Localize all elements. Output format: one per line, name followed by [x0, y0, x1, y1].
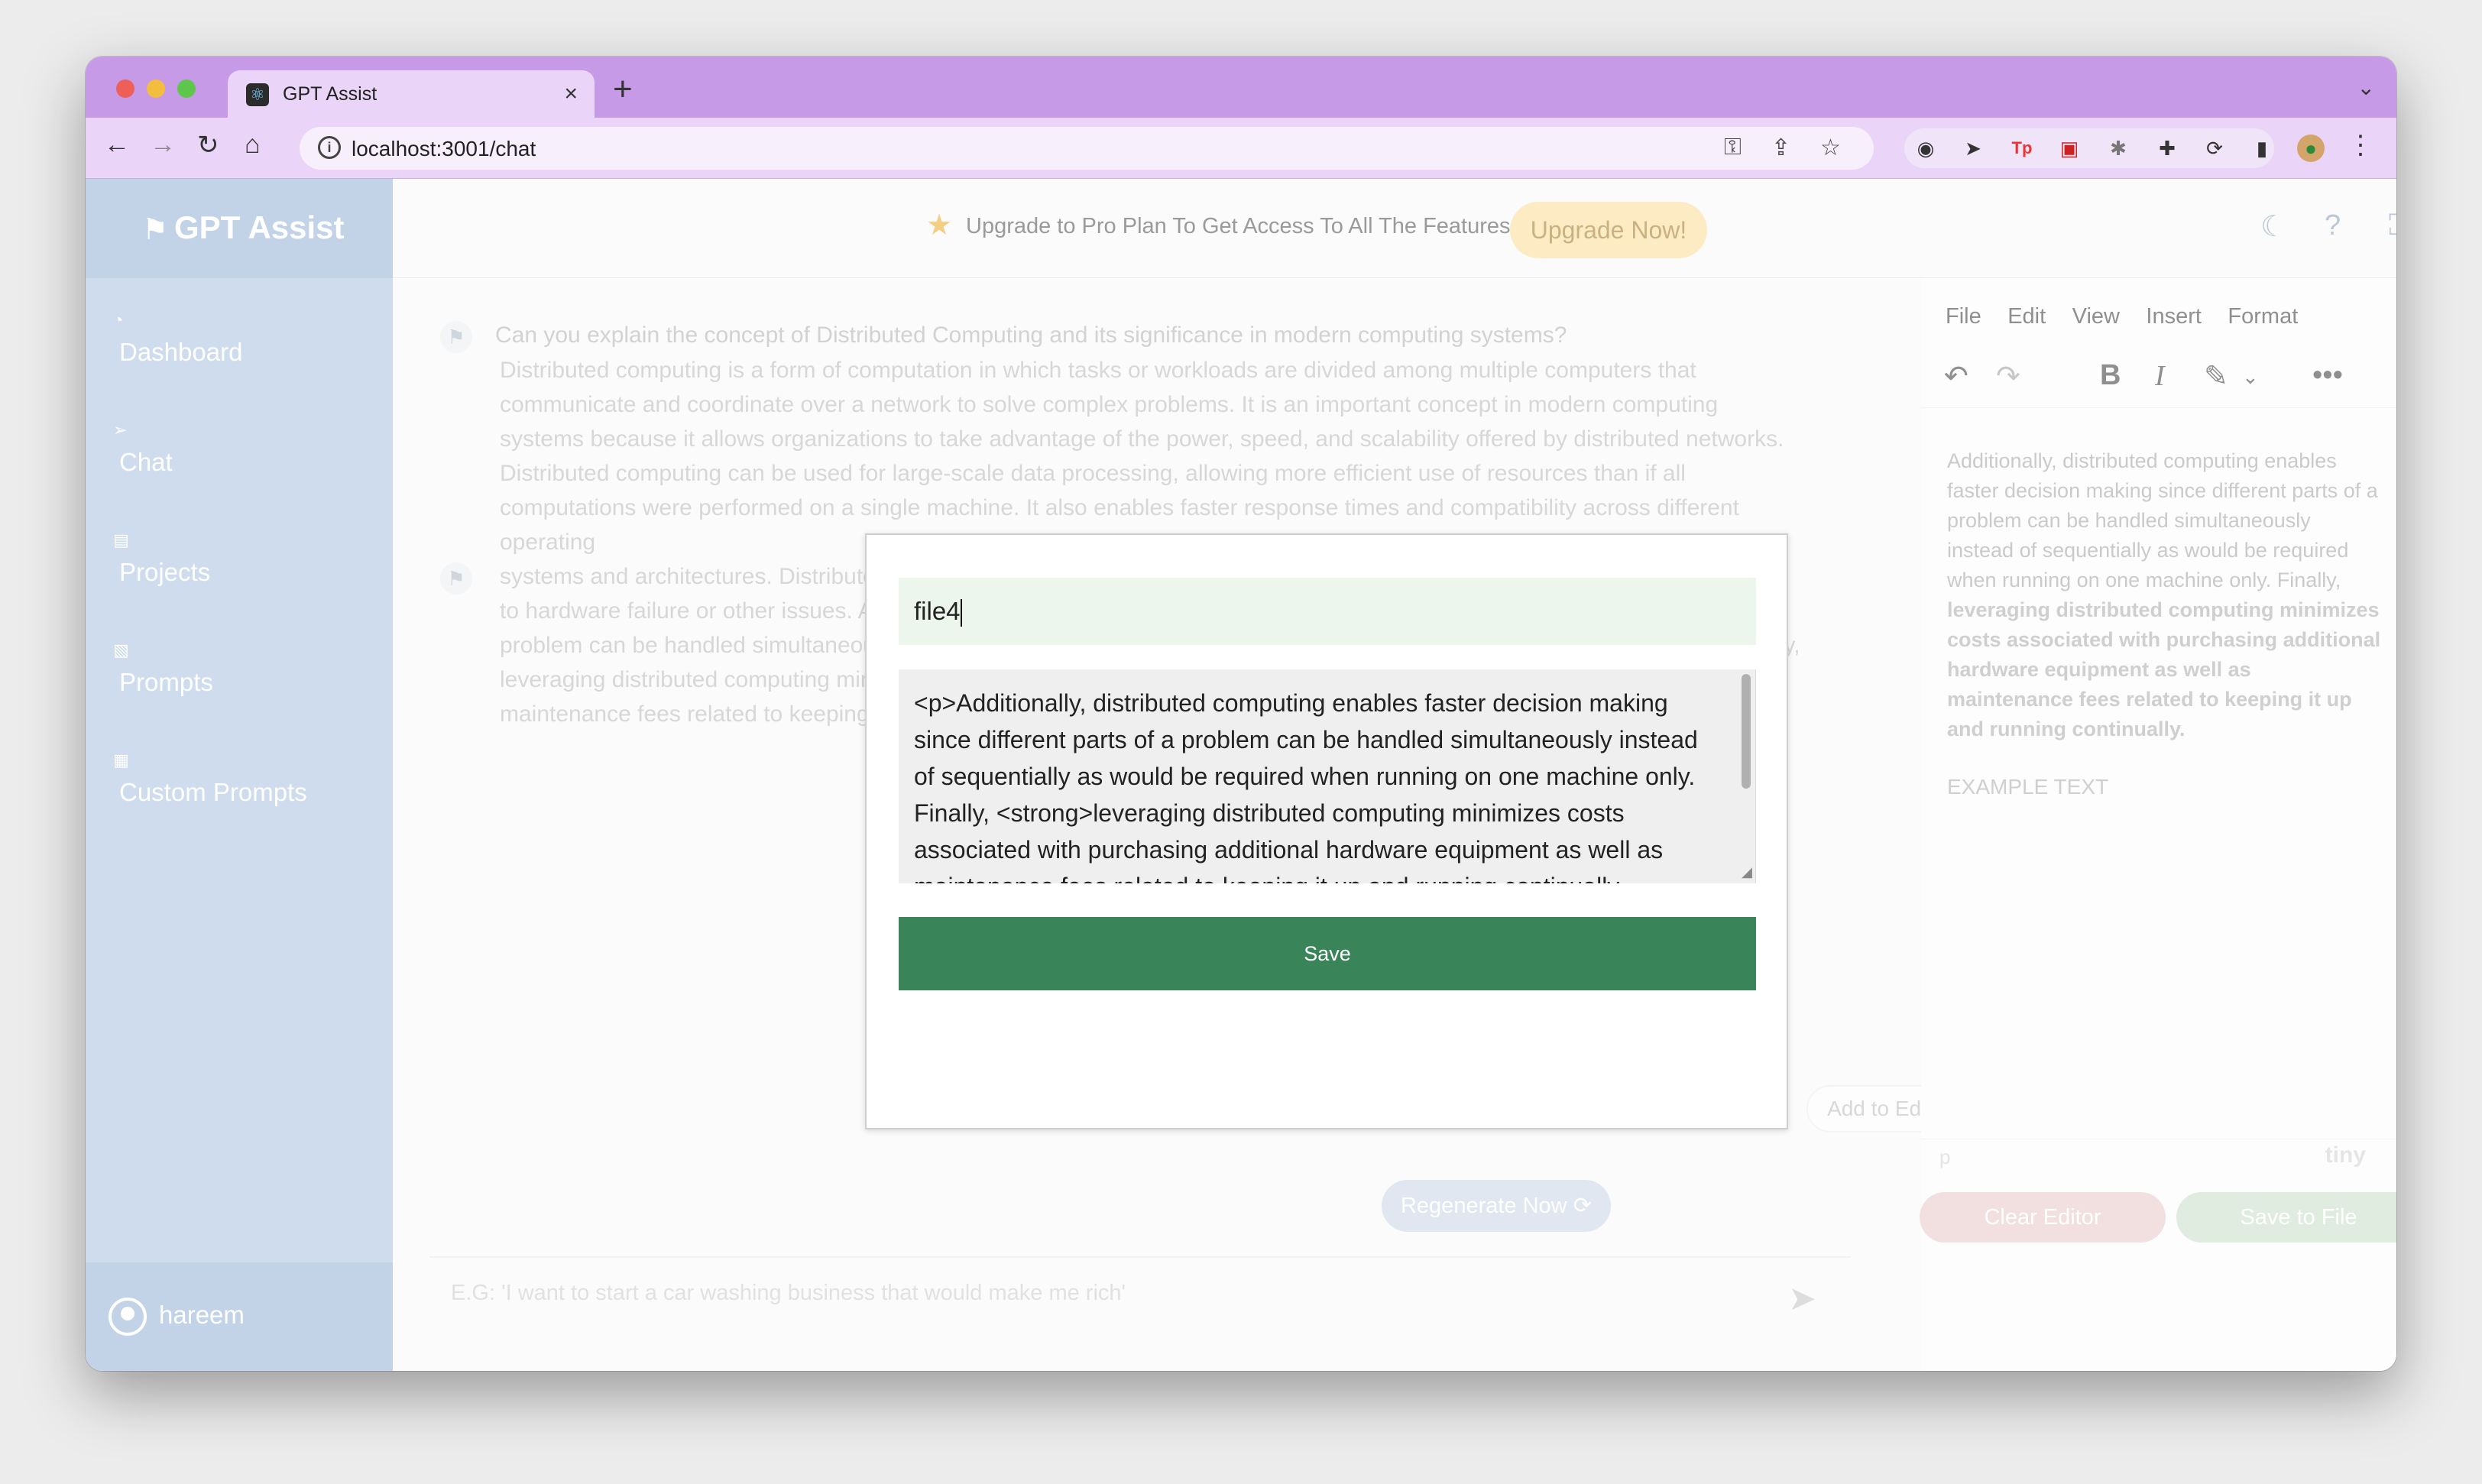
maximize-window-button[interactable]: [177, 79, 196, 98]
content-line: maintenance fees related to keeping it u…: [914, 868, 1724, 883]
logo-icon: ⚑: [142, 214, 169, 246]
forward-icon[interactable]: →: [150, 130, 176, 160]
chevron-down-icon[interactable]: ⌄: [2357, 75, 2375, 100]
sidebar-item-label: Prompts: [119, 668, 213, 696]
tab-bar: ⚛ GPT Assist × + ⌄: [86, 57, 2396, 118]
home-icon[interactable]: ⌂: [245, 130, 261, 160]
promo-text: Upgrade to Pro Plan To Get Access To All…: [966, 214, 1511, 238]
react-icon: ⚛: [246, 83, 269, 106]
filename-value: file4: [914, 597, 961, 625]
new-tab-button[interactable]: +: [613, 70, 633, 109]
bug-icon[interactable]: ✱: [2105, 134, 2132, 162]
camera-icon[interactable]: ◉: [1912, 134, 1939, 162]
sync-icon[interactable]: ⟳: [2201, 134, 2228, 162]
address-bar: ← → ↻ ⌂ i localhost:3001/chat ⚿ ⇪ ☆ ◉ ➤ …: [86, 118, 2396, 179]
url-text: localhost:3001/chat: [352, 137, 536, 160]
user-name: hareem: [159, 1301, 245, 1329]
browser-window: ⚛ GPT Assist × + ⌄ ← → ↻ ⌂ i localhost:3…: [86, 57, 2396, 1371]
star-icon: ★: [926, 209, 953, 241]
info-icon[interactable]: i: [318, 136, 341, 159]
sidebar-item-custom-prompts[interactable]: ▦ Custom Prompts: [113, 750, 373, 827]
user-profile[interactable]: hareem: [86, 1262, 393, 1371]
content-line: associated with purchasing additional ha…: [914, 836, 1664, 864]
content-textarea[interactable]: <p>Additionally, distributed computing e…: [899, 669, 1756, 883]
prompts-icon: ▧: [113, 640, 129, 659]
save-file-modal: file4 <p>Additionally, distributed compu…: [865, 533, 1788, 1129]
save-button[interactable]: Save: [899, 917, 1756, 990]
fullscreen-icon[interactable]: ⛶: [2389, 209, 2396, 242]
tp-extension-icon[interactable]: Tp: [2008, 134, 2036, 162]
scrollbar[interactable]: [1742, 674, 1751, 789]
content-line: <p>Additionally, distributed computing e…: [914, 689, 1668, 717]
content-line: Finally, <strong>leveraging distributed …: [914, 799, 1625, 827]
resize-handle[interactable]: ◢: [1742, 864, 1752, 880]
brand-name: GPT Assist: [174, 209, 345, 245]
close-tab-icon[interactable]: ×: [564, 81, 578, 107]
sidebar-item-label: Dashboard: [119, 338, 243, 366]
sidebar-item-label: Custom Prompts: [119, 778, 307, 806]
sidebar-item-projects[interactable]: ▤ Projects: [113, 530, 373, 607]
star-icon[interactable]: ☆: [1820, 134, 1841, 161]
minimize-window-button[interactable]: [147, 79, 165, 98]
close-window-button[interactable]: [116, 79, 134, 98]
tab-title: GPT Assist: [283, 83, 377, 105]
sidebar-item-dashboard[interactable]: ◔ Dashboard: [113, 310, 373, 387]
url-field[interactable]: i localhost:3001/chat ⚿ ⇪ ☆: [300, 127, 1874, 170]
sidepanel-icon[interactable]: ▮: [2248, 134, 2276, 162]
key-icon[interactable]: ⚿: [1724, 134, 1742, 160]
sidebar-item-chat[interactable]: ➢ Chat: [113, 420, 373, 497]
sidebar-item-label: Chat: [119, 448, 173, 476]
extension-red-icon[interactable]: ▣: [2056, 134, 2083, 162]
moon-icon[interactable]: ☾: [2260, 209, 2286, 244]
user-icon: [109, 1298, 147, 1336]
dashboard-icon: ◔: [113, 310, 124, 329]
cursor-icon[interactable]: ➤: [1959, 134, 1987, 162]
send-icon: ➢: [113, 420, 128, 439]
filename-input[interactable]: file4: [899, 578, 1756, 645]
browser-tab[interactable]: ⚛ GPT Assist ×: [228, 70, 595, 118]
custom-prompts-icon: ▦: [113, 750, 129, 770]
brand[interactable]: ⚑ GPT Assist: [86, 179, 393, 278]
extensions-bar: ◉ ➤ Tp ▣ ✱ ✚ ⟳ ▮: [1904, 128, 2274, 168]
help-icon[interactable]: ?: [2325, 209, 2341, 242]
sidebar-item-label: Projects: [119, 558, 211, 586]
top-bar: ★ Upgrade to Pro Plan To Get Access To A…: [393, 179, 2396, 278]
puzzle-icon[interactable]: ✚: [2153, 134, 2181, 162]
share-icon[interactable]: ⇪: [1771, 134, 1790, 161]
content-text: <p>Additionally, distributed computing e…: [914, 685, 1724, 883]
browser-menu-icon[interactable]: ⋮: [2348, 130, 2373, 160]
profile-avatar[interactable]: ●: [2297, 134, 2325, 162]
sidebar-item-prompts[interactable]: ▧ Prompts: [113, 640, 373, 717]
content-line: since different parts of a problem can b…: [914, 726, 1698, 753]
sidebar: ⚑ GPT Assist ◔ Dashboard ➢ Chat ▤ Projec…: [86, 179, 393, 1371]
upgrade-button[interactable]: Upgrade Now!: [1510, 202, 1707, 258]
projects-icon: ▤: [113, 530, 129, 549]
back-icon[interactable]: ←: [104, 130, 130, 160]
content-line: of sequentially as would be required whe…: [914, 763, 1696, 790]
reload-icon[interactable]: ↻: [197, 130, 219, 160]
text-caret: [960, 599, 962, 627]
